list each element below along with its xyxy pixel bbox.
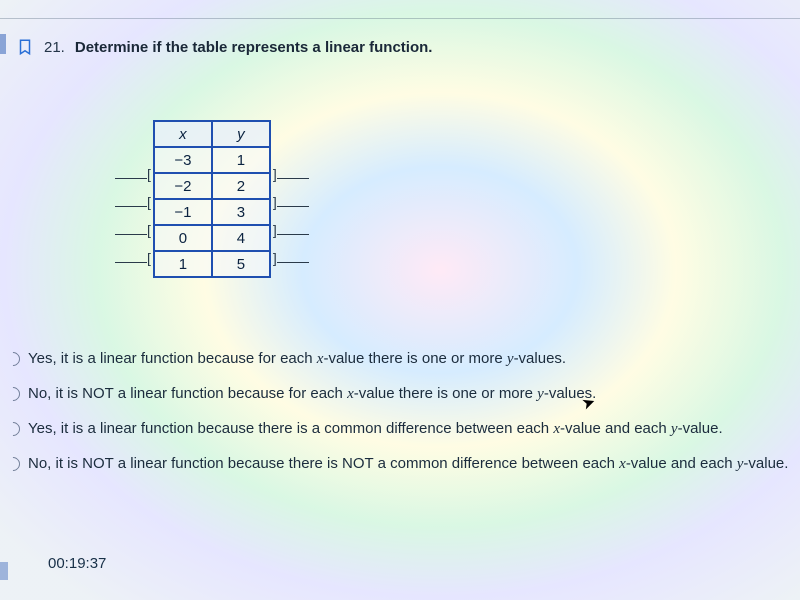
left-bracket-column: [ [ [ [ (115, 161, 151, 271)
option-text: No, it is NOT a linear function because … (28, 455, 788, 473)
function-table: x y −31 −22 −13 04 15 (153, 120, 271, 278)
left-accent (0, 34, 6, 54)
table-row: 15 (154, 251, 270, 277)
function-table-area: [ [ [ [ x y −31 −22 −13 04 15 ] ] ] ] (115, 120, 309, 278)
radio-icon[interactable] (3, 384, 23, 404)
bookmark-icon[interactable] (16, 38, 34, 56)
option-text: No, it is NOT a linear function because … (28, 385, 596, 403)
table-row: −22 (154, 173, 270, 199)
radio-icon[interactable] (3, 419, 23, 439)
answer-options: Yes, it is a linear function because for… (6, 350, 790, 473)
option-a[interactable]: Yes, it is a linear function because for… (6, 350, 790, 368)
option-c[interactable]: Yes, it is a linear function because the… (6, 420, 790, 438)
col-header-y: y (212, 121, 270, 147)
timer-display: 00:19:37 (48, 555, 106, 572)
question-header: 21. Determine if the table represents a … (16, 38, 432, 56)
left-accent-bottom (0, 562, 8, 580)
question-text: Determine if the table represents a line… (75, 39, 433, 56)
option-text: Yes, it is a linear function because the… (28, 420, 723, 438)
table-row: 04 (154, 225, 270, 251)
option-text: Yes, it is a linear function because for… (28, 350, 566, 368)
radio-icon[interactable] (3, 349, 23, 369)
right-bracket-column: ] ] ] ] (273, 161, 309, 271)
table-row: −31 (154, 147, 270, 173)
col-header-x: x (154, 121, 212, 147)
divider-top (0, 18, 800, 19)
table-row: −13 (154, 199, 270, 225)
option-b[interactable]: No, it is NOT a linear function because … (6, 385, 790, 403)
question-number: 21. (44, 39, 65, 56)
option-d[interactable]: No, it is NOT a linear function because … (6, 455, 790, 473)
radio-icon[interactable] (3, 454, 23, 474)
